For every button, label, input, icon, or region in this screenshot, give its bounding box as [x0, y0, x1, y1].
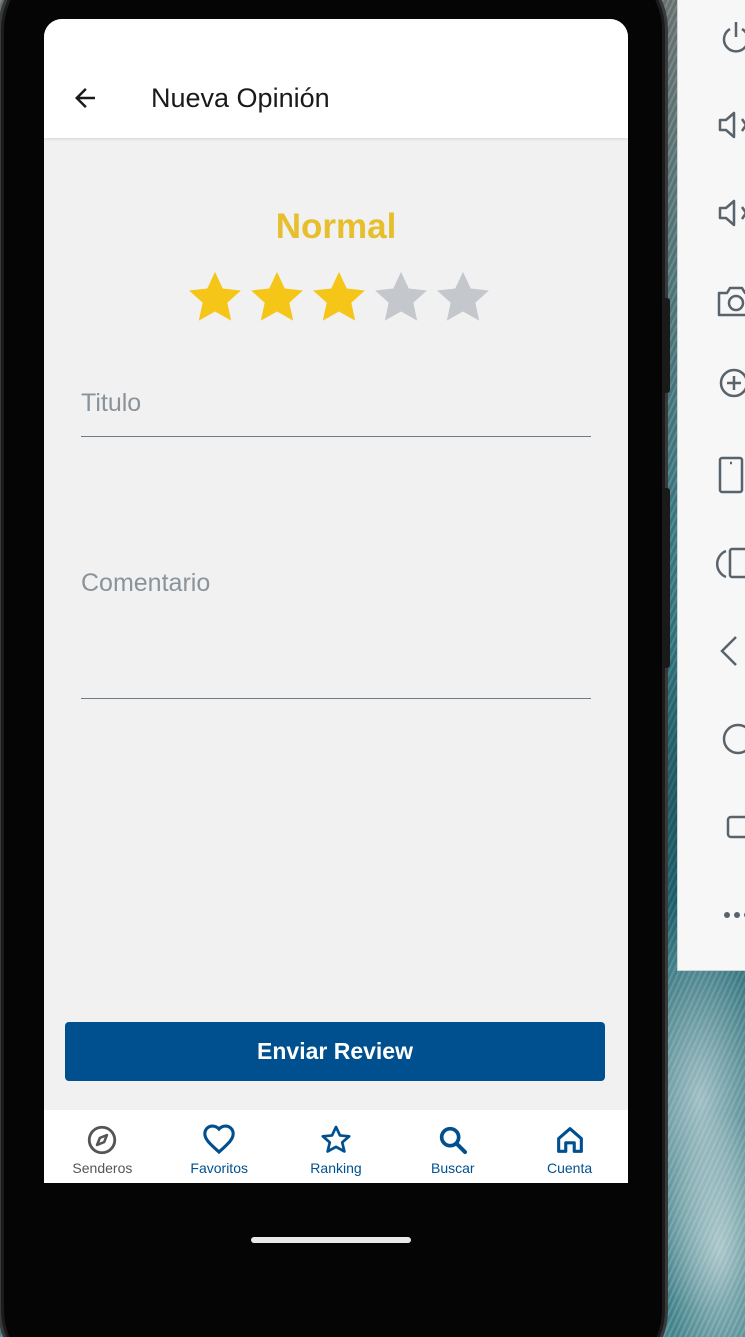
nav-item-senderos[interactable]: Senderos — [44, 1110, 161, 1183]
star-empty-icon[interactable] — [372, 268, 430, 326]
nav-item-favoritos[interactable]: Favoritos — [161, 1110, 278, 1183]
nav-label-favoritos: Favoritos — [190, 1160, 248, 1176]
star-empty-icon[interactable] — [434, 268, 492, 326]
nav-label-ranking: Ranking — [310, 1160, 362, 1176]
emulator-toolbar — [677, 0, 745, 971]
comment-field-placeholder: Comentario — [81, 569, 211, 597]
heart-icon — [203, 1124, 235, 1155]
back-icon[interactable] — [716, 631, 745, 671]
nav-label-buscar: Buscar — [431, 1160, 475, 1176]
power-icon[interactable] — [716, 17, 745, 57]
volume-up-icon[interactable] — [716, 105, 745, 145]
rotate-icon[interactable] — [716, 543, 745, 583]
app-screen: Nueva Opinión Normal Titulo Comentario E… — [44, 19, 628, 1183]
phone-frame: Nueva Opinión Normal Titulo Comentario E… — [4, 0, 670, 1337]
home-icon — [556, 1127, 583, 1153]
title-field[interactable]: Titulo — [81, 389, 591, 437]
arrow-back-icon — [75, 88, 95, 108]
compass-icon — [88, 1125, 117, 1155]
title-field-placeholder: Titulo — [81, 389, 142, 417]
camera-icon[interactable] — [716, 281, 745, 321]
star-icon — [321, 1125, 351, 1153]
rotate-portrait-icon[interactable] — [716, 455, 745, 495]
gesture-home-bar[interactable] — [251, 1237, 411, 1243]
bottom-navigation: Senderos Favoritos Ranking Buscar Cuenta — [44, 1110, 628, 1183]
volume-down-icon[interactable] — [716, 193, 745, 233]
page-title: Nueva Opinión — [151, 83, 330, 113]
nav-item-buscar[interactable]: Buscar — [394, 1110, 511, 1183]
star-filled-icon[interactable] — [248, 268, 306, 326]
zoom-in-icon[interactable] — [716, 365, 745, 405]
overview-icon[interactable] — [716, 807, 745, 847]
star-filled-icon[interactable] — [186, 268, 244, 326]
more-icon[interactable] — [716, 895, 745, 935]
nav-item-ranking[interactable]: Ranking — [278, 1110, 395, 1183]
back-button[interactable] — [66, 79, 104, 117]
star-filled-icon[interactable] — [310, 268, 368, 326]
rating-label: Normal — [275, 207, 397, 246]
nav-label-senderos: Senderos — [72, 1160, 133, 1176]
star-rating[interactable] — [186, 268, 492, 326]
nav-label-cuenta: Cuenta — [547, 1160, 593, 1176]
app-bar: Nueva Opinión — [44, 19, 628, 138]
phone-power-button — [662, 298, 670, 393]
submit-review-button[interactable]: Enviar Review — [65, 1022, 605, 1081]
phone-volume-button — [662, 488, 670, 668]
nav-item-cuenta[interactable]: Cuenta — [511, 1110, 628, 1183]
search-icon — [439, 1126, 467, 1155]
comment-field[interactable]: Comentario — [81, 569, 591, 699]
home-circle-icon[interactable] — [716, 719, 745, 759]
